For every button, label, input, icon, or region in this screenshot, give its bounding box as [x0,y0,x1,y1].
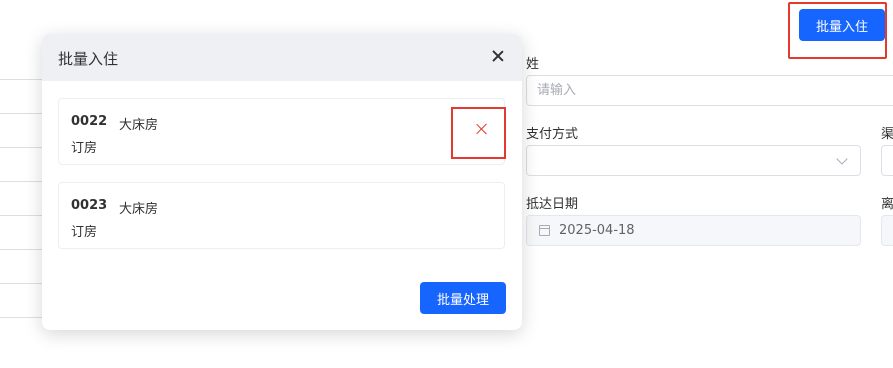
dialog-header: 批量入住 [42,34,522,81]
room-status: 订房 [71,141,98,156]
highlight-box [451,107,506,159]
chevron-down-icon [836,153,848,165]
channel-label: 渠 [881,127,893,142]
departure-field[interactable] [881,215,893,246]
close-icon[interactable] [491,49,505,63]
batch-process-button[interactable]: 批量处理 [420,282,506,314]
dialog-title: 批量入住 [58,50,119,68]
channel-select[interactable] [881,145,893,176]
room-status: 订房 [71,225,98,240]
payment-method-select[interactable] [526,145,861,176]
arrival-date-value: 2025-04-18 [559,223,635,238]
calendar-icon [539,225,550,236]
surname-input[interactable]: 请输入 [526,75,893,106]
room-number: 0022 [71,114,108,129]
batch-checkin-dialog: 批量入住 0022 大床房 订房 0023 大床房 订房 批量处理 [42,34,522,330]
room-card: 0022 大床房 订房 [58,98,505,165]
room-type: 大床房 [119,202,159,217]
highlight-box [788,2,887,59]
arrival-date-label: 抵达日期 [526,197,579,212]
departure-label: 离 [881,197,893,212]
page: 批量入住 姓 请输入 支付方式 渠 抵达日期 2025-04-18 离 批量入住… [0,0,893,368]
surname-label: 姓 [526,57,540,72]
payment-method-label: 支付方式 [526,127,579,142]
room-type: 大床房 [119,118,159,133]
room-card: 0023 大床房 订房 [58,182,505,249]
room-number: 0023 [71,198,108,213]
arrival-date-field[interactable]: 2025-04-18 [526,215,861,246]
